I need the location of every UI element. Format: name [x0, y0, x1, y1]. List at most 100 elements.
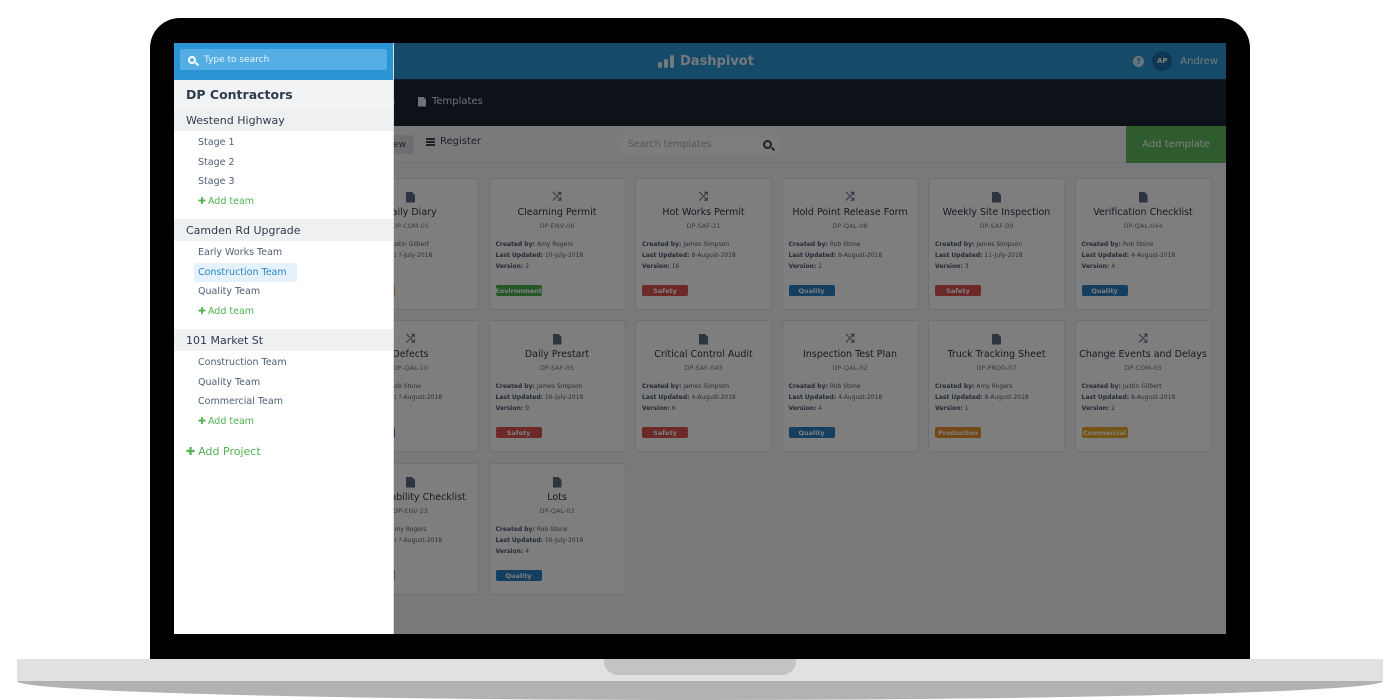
team-item[interactable]: Stage 3	[174, 172, 393, 192]
plus-icon: ✚	[198, 195, 206, 207]
created-by-value: James Simpson	[683, 383, 730, 390]
version-value: 16	[671, 263, 680, 270]
category-tag: Safety	[642, 427, 688, 438]
project-header[interactable]: 101 Market St	[174, 329, 393, 351]
template-card[interactable]: ⤮ Change Events and Delays DP-COM-03 Create…	[1074, 320, 1212, 452]
last-updated-label: Last Updated:	[1081, 252, 1130, 259]
version-row: Version: 9	[496, 403, 625, 414]
search-icon	[188, 55, 196, 64]
created-by-row: Created by: Rob Stone	[789, 381, 918, 392]
version-label: Version:	[935, 405, 963, 412]
last-updated-value: 16-July-2018	[544, 394, 584, 401]
version-row: Version: 16	[642, 261, 771, 272]
template-card[interactable]: ⤮ Inspection Test Plan DP-QAL-02 Created by…	[781, 320, 919, 452]
team-item[interactable]: Quality Team	[174, 373, 393, 393]
last-updated-row: Last Updated: 4-August-2018	[1082, 250, 1211, 261]
template-code: DP-QAL-02	[832, 364, 868, 372]
last-updated-row: Last Updated: 8-August-2018	[935, 392, 1064, 403]
add-team-label: Add team	[207, 415, 255, 427]
version-label: Version:	[642, 405, 670, 412]
team-item[interactable]: Construction Team	[194, 262, 297, 282]
template-card[interactable]: Lots DP-QAL-03 Created by: Rob Stone Last U…	[488, 463, 626, 595]
team-item[interactable]: Quality Team	[174, 282, 393, 302]
template-card[interactable]: ⤮ Hot Works Permit DP-SAF-21 Created by: Ja…	[635, 178, 772, 310]
version-label: Version:	[935, 263, 963, 270]
created-by-value: Justin Gilbert	[1122, 383, 1162, 390]
template-card[interactable]: Daily Prestart DP-SAF-05 Created by: James…	[488, 320, 626, 452]
organization-name[interactable]: DP Contractors	[174, 80, 393, 109]
category-tag: Environment	[495, 285, 542, 296]
template-card[interactable]: ⤮ Clearning Permit DP-ENV-08 Created by: Am…	[488, 178, 626, 310]
category-tag: Quality	[1081, 285, 1128, 296]
template-search-input[interactable]	[628, 139, 758, 150]
version-label: Version:	[495, 263, 524, 270]
template-title: Clearning Permit	[517, 207, 597, 218]
nav-templates-label: Templates	[432, 96, 483, 107]
created-by-row: Created by: Amy Rogers	[496, 239, 625, 250]
help-icon[interactable]: ?	[1133, 55, 1145, 67]
list-icon	[426, 137, 435, 146]
version-label: Version:	[642, 263, 670, 270]
last-updated-label: Last Updated:	[788, 394, 837, 401]
file-icon	[418, 96, 426, 107]
drawer-search-input[interactable]	[204, 54, 374, 65]
add-template-button[interactable]: Add template	[1126, 126, 1226, 163]
template-search[interactable]	[622, 135, 778, 154]
file-icon	[552, 333, 562, 345]
register-label: Register	[440, 136, 482, 147]
user-name[interactable]: Andrew	[1180, 56, 1218, 67]
register-button[interactable]: Register	[426, 136, 481, 147]
shuffle-icon: ⤮	[845, 190, 855, 203]
created-by-row: Created by: James Simpson	[642, 381, 771, 392]
project-header[interactable]: Camden Rd Upgrade	[174, 219, 393, 241]
version-value: 2	[1111, 405, 1116, 412]
created-by-label: Created by:	[495, 383, 535, 390]
created-by-label: Created by:	[1081, 383, 1121, 390]
template-code: DP-SAF-21	[686, 222, 721, 230]
project-header[interactable]: Westend Highway	[174, 109, 393, 131]
created-by-label: Created by:	[788, 241, 828, 248]
drawer-search-box[interactable]	[180, 49, 387, 70]
last-updated-label: Last Updated:	[642, 252, 690, 259]
version-label: Version:	[1081, 405, 1110, 412]
created-by-row: Created by: Rob Stone	[1082, 239, 1211, 250]
team-item[interactable]: Early Works Team	[174, 243, 393, 263]
last-updated-value: ?-August-2018	[398, 394, 443, 401]
last-updated-value: 8-August-2018	[691, 252, 736, 259]
last-updated-row: Last Updated: 11-July-2018	[935, 250, 1064, 261]
avatar[interactable]: AP	[1152, 51, 1173, 71]
created-by-value: Rob Stone	[536, 526, 568, 533]
add-team-button[interactable]: ✚ Add team	[174, 412, 393, 432]
file-icon	[552, 476, 562, 488]
team-item[interactable]: Stage 1	[174, 133, 393, 153]
team-item[interactable]: Construction Team	[174, 353, 393, 373]
template-card[interactable]: Critical Control Audit DP-SAF-043 Created …	[635, 320, 772, 452]
template-title: Weekly Site Inspection	[942, 207, 1051, 218]
project-drawer: DP Contractors Westend HighwayStage 1Sta…	[174, 43, 394, 634]
brand-logo[interactable]: Dashpivot	[658, 43, 754, 79]
version-value: 4	[818, 405, 823, 412]
team-item[interactable]: Commercial Team	[174, 392, 393, 412]
team-item[interactable]: Stage 2	[174, 153, 393, 173]
created-by-value: James Simpson	[536, 383, 583, 390]
last-updated-row: Last Updated: 16-July-2018	[496, 392, 625, 403]
template-card[interactable]: Truck Tracking Sheet DP-PROD-07 Created by…	[928, 320, 1065, 452]
last-updated-row: Last Updated: 8-August-2018	[789, 250, 918, 261]
template-card[interactable]: ⤮ Hold Point Release Form DP-QAL-08 Created…	[781, 178, 919, 310]
nav-item-templates[interactable]: Templates	[418, 96, 483, 107]
last-updated-row: Last Updated: 16-July-2018	[496, 535, 625, 546]
search-icon[interactable]	[763, 140, 772, 149]
template-card[interactable]: Verification Checklist DP-QAL-044 Created …	[1074, 178, 1212, 310]
add-team-button[interactable]: ✚ Add team	[174, 192, 393, 212]
version-label: Version:	[788, 405, 817, 412]
template-card[interactable]: Weekly Site Inspection DP-SAF-09 Created b…	[928, 178, 1065, 310]
created-by-label: Created by:	[788, 383, 828, 390]
add-team-label: Add team	[207, 195, 255, 207]
version-row: Version: 6	[642, 403, 771, 414]
add-team-button[interactable]: ✚ Add team	[174, 302, 393, 322]
add-project-button[interactable]: ✚ Add Project	[174, 441, 393, 461]
shuffle-icon: ⤮	[699, 190, 708, 203]
file-icon	[406, 476, 415, 488]
template-title: Critical Control Audit	[654, 349, 753, 360]
created-by-value: James Simpson	[683, 241, 730, 248]
